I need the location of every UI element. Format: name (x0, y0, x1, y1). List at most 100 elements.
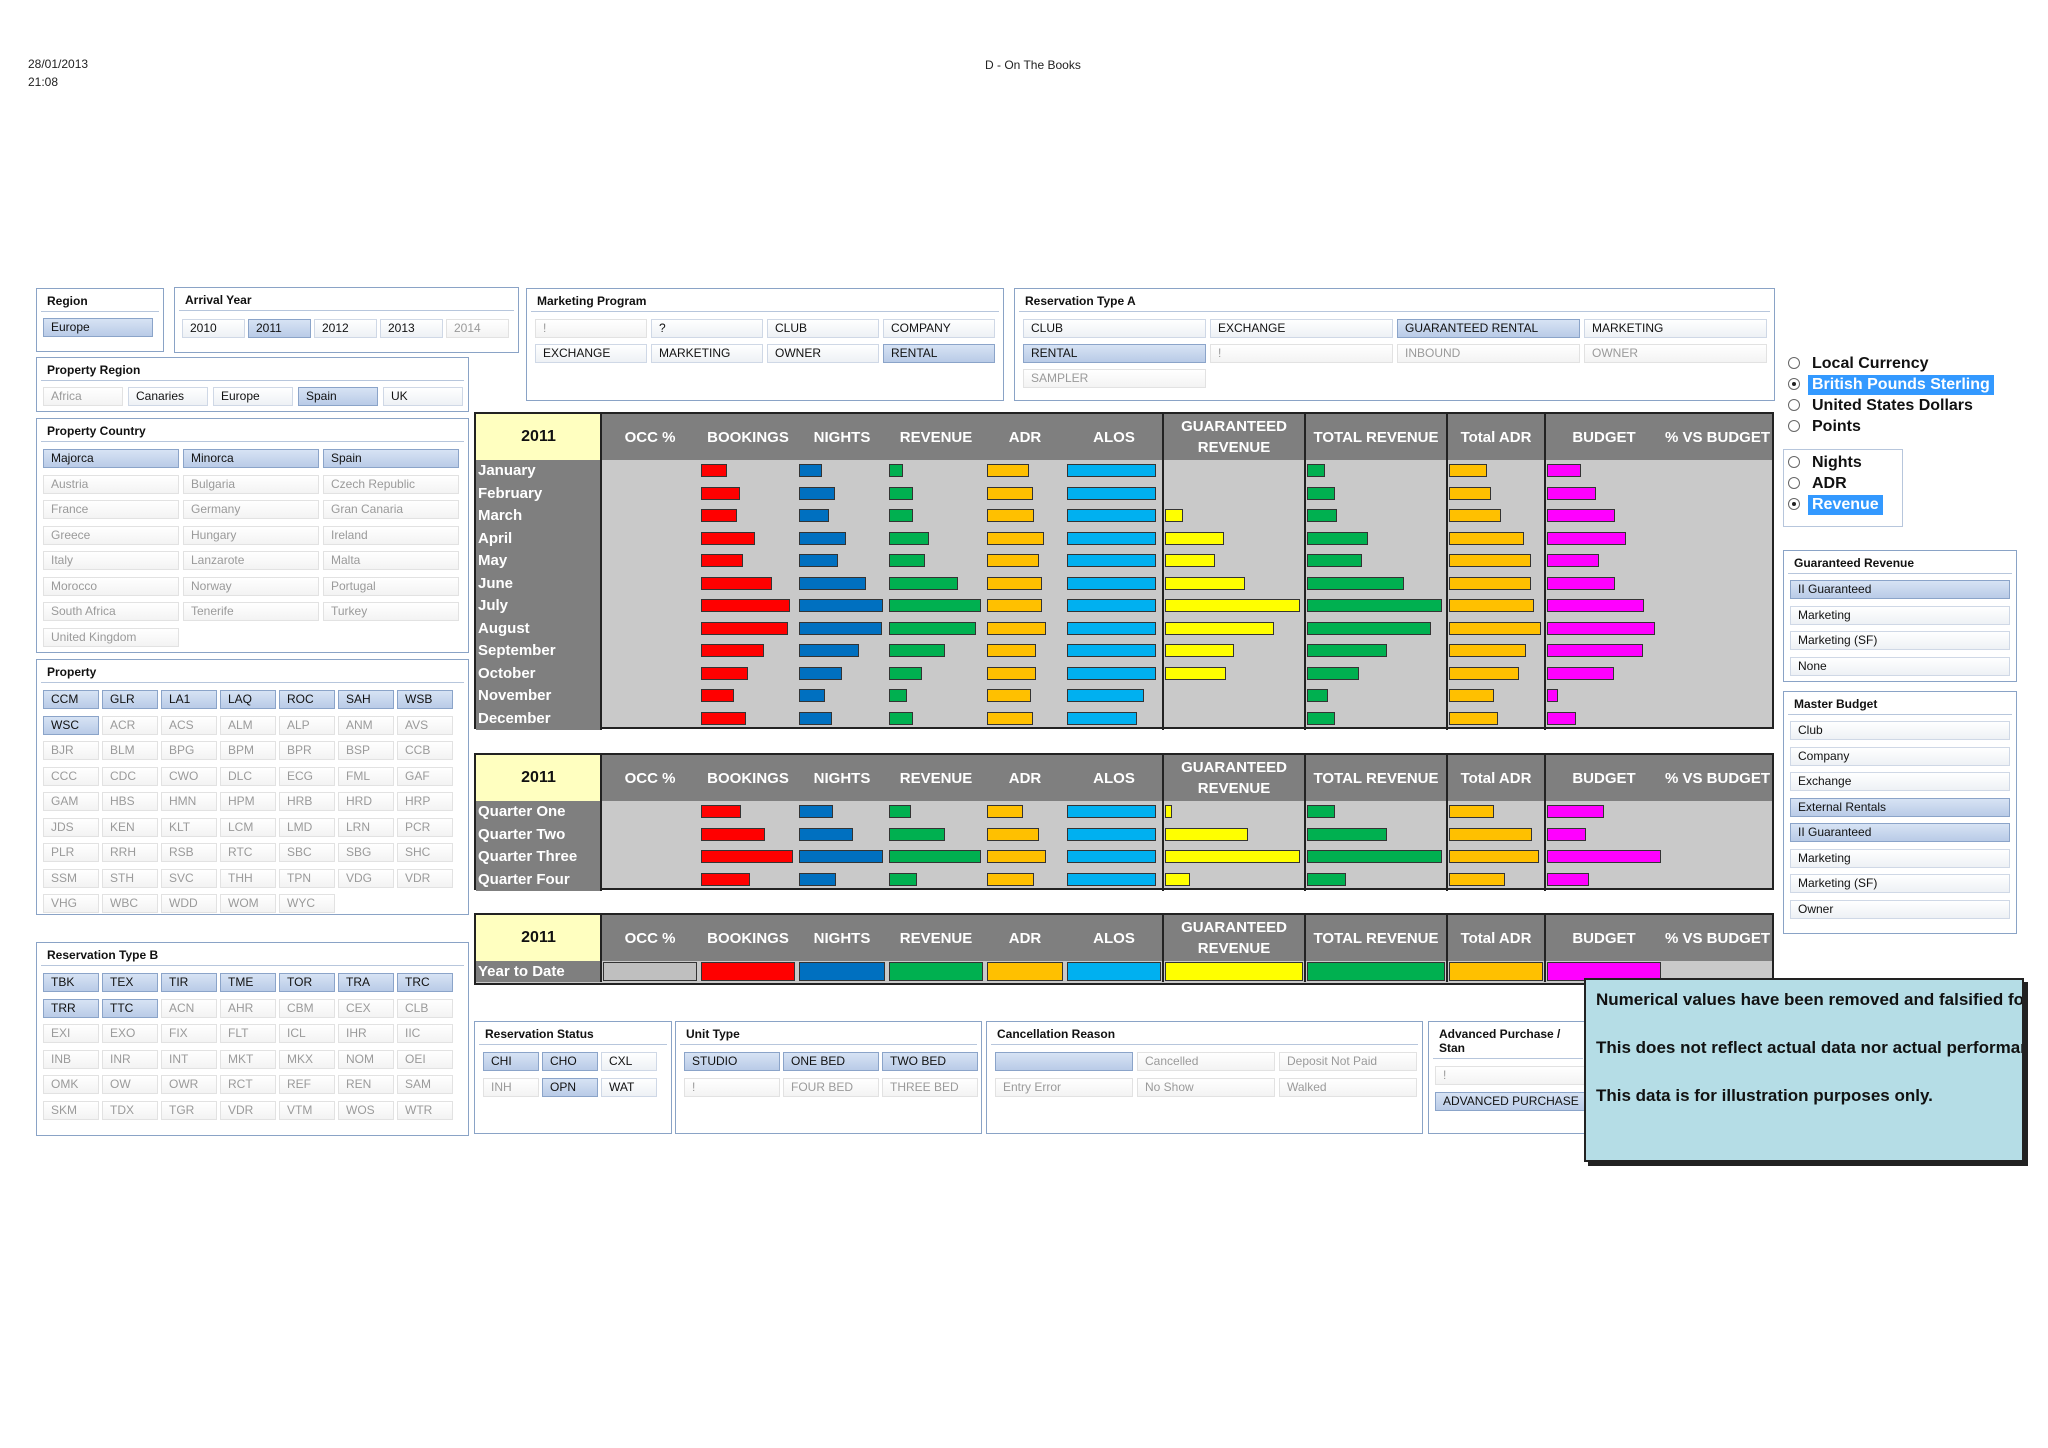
property-item-hrp[interactable]: HRP (397, 792, 453, 811)
reservation-type-b-item-inb[interactable]: INB (43, 1049, 99, 1069)
property-country-item-lanzarote[interactable]: Lanzarote (183, 551, 319, 570)
property-item-wom[interactable]: WOM (220, 894, 276, 913)
property-item-ccm[interactable]: CCM (43, 690, 99, 709)
reservation-type-b-item-trr[interactable]: TRR (43, 998, 99, 1018)
reservation-type-b-item-ren[interactable]: REN (338, 1075, 394, 1094)
property-item-sth[interactable]: STH (102, 868, 158, 888)
property-item-wsb[interactable]: WSB (397, 690, 453, 709)
unit-type-item-studio[interactable]: STUDIO (684, 1052, 780, 1071)
property-item-gam[interactable]: GAM (43, 792, 99, 811)
reservation-status-item-cxl[interactable]: CXL (601, 1052, 657, 1071)
marketing-program-item-club[interactable]: CLUB (767, 319, 879, 338)
property-item-acs[interactable]: ACS (161, 715, 217, 735)
property-country-item-bulgaria[interactable]: Bulgaria (183, 474, 319, 494)
property-item-anm[interactable]: ANM (338, 715, 394, 735)
reservation-type-b-item-tme[interactable]: TME (220, 973, 276, 992)
marketing-program-item-exchange[interactable]: EXCHANGE (535, 344, 647, 363)
marketing-program-item-owner[interactable]: OWNER (767, 344, 879, 363)
reservation-type-a-item-blank[interactable]: ! (1210, 344, 1393, 363)
marketing-program-item-rental[interactable]: RENTAL (883, 344, 995, 363)
property-country-item-majorca[interactable]: Majorca (43, 449, 179, 468)
property-country-item-germany[interactable]: Germany (183, 500, 319, 519)
property-item-dlc[interactable]: DLC (220, 766, 276, 786)
property-country-item-greece[interactable]: Greece (43, 525, 179, 545)
arrival-year-item-2014[interactable]: 2014 (446, 319, 509, 338)
property-item-laq[interactable]: LAQ (220, 690, 276, 709)
reservation-type-b-item-tdx[interactable]: TDX (102, 1100, 158, 1120)
reservation-status-item-chi[interactable]: CHI (483, 1052, 539, 1071)
reservation-type-a-item-club[interactable]: CLUB (1023, 319, 1206, 338)
property-country-item-france[interactable]: France (43, 500, 179, 519)
master-budget-item-club[interactable]: Club (1790, 721, 2010, 740)
reservation-status-item-cho[interactable]: CHO (542, 1052, 598, 1071)
marketing-program-item-blank[interactable]: ? (651, 319, 763, 338)
reservation-type-b-item-wos[interactable]: WOS (338, 1100, 394, 1120)
cancellation-reason-item-walked[interactable]: Walked (1279, 1077, 1417, 1097)
reservation-type-a-item-owner[interactable]: OWNER (1584, 344, 1767, 363)
radio-button-icon[interactable] (1788, 399, 1800, 411)
property-item-vhg[interactable]: VHG (43, 894, 99, 913)
radio-button-icon[interactable] (1788, 456, 1800, 468)
guaranteed-revenue-item-ii-guaranteed[interactable]: II Guaranteed (1790, 580, 2010, 599)
property-country-item-italy[interactable]: Italy (43, 551, 179, 570)
property-item-acr[interactable]: ACR (102, 715, 158, 735)
property-item-vdg[interactable]: VDG (338, 868, 394, 888)
master-budget-item-external-rentals[interactable]: External Rentals (1790, 797, 2010, 817)
arrival-year-item-2011[interactable]: 2011 (248, 319, 311, 338)
master-budget-item-marketing-sf[interactable]: Marketing (SF) (1790, 874, 2010, 893)
reservation-status-item-wat[interactable]: WAT (601, 1077, 657, 1097)
property-item-shc[interactable]: SHC (397, 843, 453, 862)
reservation-type-a-item-sampler[interactable]: SAMPLER (1023, 369, 1206, 388)
arrival-year-item-2010[interactable]: 2010 (182, 319, 245, 338)
reservation-type-a-item-inbound[interactable]: INBOUND (1397, 344, 1580, 363)
property-region-item-uk[interactable]: UK (383, 387, 463, 406)
reservation-type-b-item-mkx[interactable]: MKX (279, 1049, 335, 1069)
property-country-item-hungary[interactable]: Hungary (183, 525, 319, 545)
reservation-type-b-item-iic[interactable]: IIC (397, 1024, 453, 1043)
property-country-item-gran-canaria[interactable]: Gran Canaria (323, 500, 459, 519)
property-region-item-spain[interactable]: Spain (298, 387, 378, 406)
reservation-type-b-item-inr[interactable]: INR (102, 1049, 158, 1069)
reservation-type-b-item-skm[interactable]: SKM (43, 1100, 99, 1120)
reservation-type-b-item-cbm[interactable]: CBM (279, 998, 335, 1018)
property-item-ccb[interactable]: CCB (397, 741, 453, 760)
reservation-type-b-item-tra[interactable]: TRA (338, 973, 394, 992)
radio-button-icon[interactable] (1788, 498, 1800, 510)
option-local-currency[interactable]: Local Currency (1784, 354, 2022, 374)
property-item-hrd[interactable]: HRD (338, 792, 394, 811)
property-item-fml[interactable]: FML (338, 766, 394, 786)
property-country-item-portugal[interactable]: Portugal (323, 576, 459, 596)
cancellation-reason-item-entry-error[interactable]: Entry Error (995, 1077, 1133, 1097)
radio-button-icon[interactable] (1788, 420, 1800, 432)
property-item-wdd[interactable]: WDD (161, 894, 217, 913)
reservation-type-b-item-trc[interactable]: TRC (397, 973, 453, 992)
reservation-type-b-item-vdr[interactable]: VDR (220, 1100, 276, 1120)
reservation-type-b-item-omk[interactable]: OMK (43, 1075, 99, 1094)
property-item-lrn[interactable]: LRN (338, 817, 394, 837)
radio-button-icon[interactable] (1788, 477, 1800, 489)
property-item-klt[interactable]: KLT (161, 817, 217, 837)
option-adr[interactable]: ADR (1784, 474, 1902, 494)
property-item-blm[interactable]: BLM (102, 741, 158, 760)
property-item-alm[interactable]: ALM (220, 715, 276, 735)
property-country-item-norway[interactable]: Norway (183, 576, 319, 596)
option-british-pounds-sterling[interactable]: British Pounds Sterling (1784, 375, 2022, 395)
property-item-bpm[interactable]: BPM (220, 741, 276, 760)
property-country-item-malta[interactable]: Malta (323, 551, 459, 570)
reservation-type-b-item-ow[interactable]: OW (102, 1075, 158, 1094)
property-item-wsc[interactable]: WSC (43, 715, 99, 735)
unit-type-item-four-bed[interactable]: FOUR BED (783, 1077, 879, 1097)
property-item-bpg[interactable]: BPG (161, 741, 217, 760)
property-country-item-united-kingdom[interactable]: United Kingdom (43, 627, 179, 647)
reservation-type-b-item-exo[interactable]: EXO (102, 1024, 158, 1043)
option-points[interactable]: Points (1784, 417, 2022, 437)
radio-button-icon[interactable] (1788, 378, 1800, 390)
reservation-type-b-item-vtm[interactable]: VTM (279, 1100, 335, 1120)
property-item-avs[interactable]: AVS (397, 715, 453, 735)
property-item-lcm[interactable]: LCM (220, 817, 276, 837)
property-item-cdc[interactable]: CDC (102, 766, 158, 786)
property-country-item-minorca[interactable]: Minorca (183, 449, 319, 468)
master-budget-item-exchange[interactable]: Exchange (1790, 772, 2010, 791)
reservation-type-b-item-cex[interactable]: CEX (338, 998, 394, 1018)
master-budget-item-owner[interactable]: Owner (1790, 899, 2010, 919)
